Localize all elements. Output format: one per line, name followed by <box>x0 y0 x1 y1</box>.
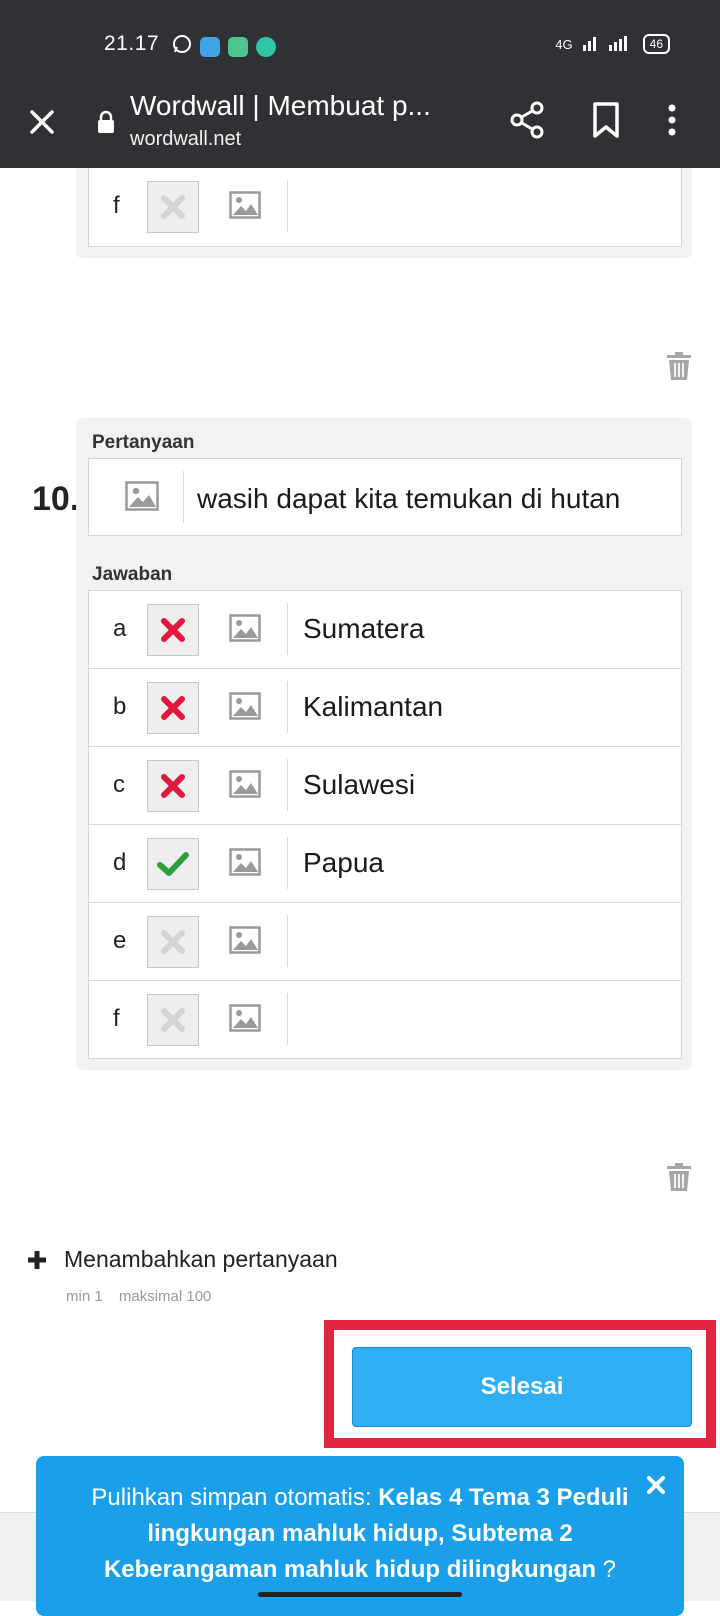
divider <box>183 471 184 523</box>
mark-toggle-button[interactable] <box>147 916 199 968</box>
network-type: 4G <box>555 36 573 52</box>
answer-text[interactable]: Papua <box>303 847 384 879</box>
answer-row: d Papua <box>89 824 681 902</box>
status-time: 21.17 <box>104 32 160 55</box>
cross-icon <box>161 618 185 642</box>
answer-row: f <box>89 168 681 246</box>
add-question-label: Menambahkan pertanyaan <box>64 1246 338 1272</box>
image-icon[interactable] <box>229 191 261 221</box>
status-indicators: 4G 46 <box>555 34 670 54</box>
cross-icon <box>161 774 185 798</box>
answer-text[interactable]: Kalimantan <box>303 691 443 723</box>
answer-row: e <box>89 902 681 980</box>
image-icon[interactable] <box>229 1004 261 1034</box>
answer-row: b Kalimantan <box>89 668 681 746</box>
plus-icon <box>26 1249 48 1271</box>
done-button[interactable]: Selesai <box>352 1347 692 1427</box>
home-indicator <box>258 1592 462 1597</box>
status-bar: 21.17 4G 46 <box>0 0 720 90</box>
image-icon[interactable] <box>125 481 159 511</box>
question-card: Pertanyaan wasih dapat kita temukan di h… <box>76 418 692 1070</box>
divider <box>287 837 288 889</box>
answer-letter: c <box>113 771 125 798</box>
answer-letter: a <box>113 615 127 642</box>
previous-question-card: f <box>76 168 692 258</box>
checkmark-icon <box>157 852 189 876</box>
chat-notification-icon <box>256 36 276 57</box>
signal-icon <box>582 35 633 54</box>
delete-question-icon[interactable] <box>666 351 692 381</box>
answer-letter: b <box>113 693 127 720</box>
page-title[interactable]: Wordwall | Membuat p... <box>130 90 431 122</box>
cross-icon <box>161 930 185 954</box>
mark-toggle-button[interactable] <box>147 181 199 233</box>
close-icon[interactable] <box>646 1470 666 1494</box>
answer-letter: d <box>113 849 127 876</box>
answer-letter: f <box>113 192 120 219</box>
question-limits: min 1 maksimal 100 <box>66 1288 223 1305</box>
image-icon[interactable] <box>229 614 261 644</box>
image-icon[interactable] <box>229 770 261 800</box>
divider <box>287 681 288 733</box>
answer-row: f <box>89 980 681 1058</box>
battery-icon: 46 <box>642 34 670 54</box>
whatsapp-icon <box>172 34 192 59</box>
browser-toolbar: Wordwall | Membuat p... wordwall.net <box>0 80 720 168</box>
answer-row: c Sulawesi <box>89 746 681 824</box>
mark-toggle-button[interactable] <box>147 838 199 890</box>
mark-toggle-button[interactable] <box>147 994 199 1046</box>
app-notification-icon <box>200 36 220 57</box>
divider <box>287 180 288 232</box>
mark-toggle-button[interactable] <box>147 760 199 812</box>
banner-prefix: Pulihkan simpan otomatis: <box>91 1484 379 1511</box>
delete-question-icon[interactable] <box>666 1162 692 1192</box>
divider <box>287 993 288 1045</box>
question-field[interactable]: wasih dapat kita temukan di hutan <box>88 458 682 536</box>
notification-icons <box>172 34 276 59</box>
image-icon[interactable] <box>229 692 261 722</box>
cross-icon <box>161 696 185 720</box>
divider <box>287 603 288 655</box>
question-number: 10. <box>32 480 80 518</box>
max-limit: maksimal 100 <box>118 1288 212 1305</box>
page-url[interactable]: wordwall.net <box>130 128 241 151</box>
min-limit: min 1 <box>66 1288 103 1305</box>
answer-list: a Sumatera b Kalimantan c Sulawesi d Pap… <box>88 590 682 1059</box>
answer-letter: f <box>113 1005 120 1032</box>
more-options-icon[interactable] <box>664 100 680 140</box>
mark-toggle-button[interactable] <box>147 682 199 734</box>
divider <box>287 759 288 811</box>
image-icon[interactable] <box>229 848 261 878</box>
answers-label: Jawaban <box>92 564 173 585</box>
answer-text[interactable]: Sumatera <box>303 613 424 645</box>
answer-letter: e <box>113 927 127 954</box>
previous-answer-list: f <box>88 168 682 247</box>
lock-icon <box>96 110 116 134</box>
question-text[interactable]: wasih dapat kita temukan di hutan <box>197 483 620 515</box>
close-icon[interactable] <box>22 102 62 142</box>
question-label: Pertanyaan <box>92 432 195 453</box>
cross-icon <box>161 1008 185 1032</box>
cross-icon <box>161 195 185 219</box>
app-notification-icon <box>228 36 248 57</box>
add-question-button[interactable]: Menambahkan pertanyaan <box>26 1246 338 1273</box>
answer-text[interactable]: Sulawesi <box>303 769 415 801</box>
divider <box>287 915 288 967</box>
bookmark-icon[interactable] <box>590 100 622 140</box>
share-icon[interactable] <box>508 100 548 140</box>
answer-row: a Sumatera <box>89 591 681 668</box>
banner-suffix: ? <box>596 1556 617 1583</box>
image-icon[interactable] <box>229 926 261 956</box>
mark-toggle-button[interactable] <box>147 604 199 656</box>
